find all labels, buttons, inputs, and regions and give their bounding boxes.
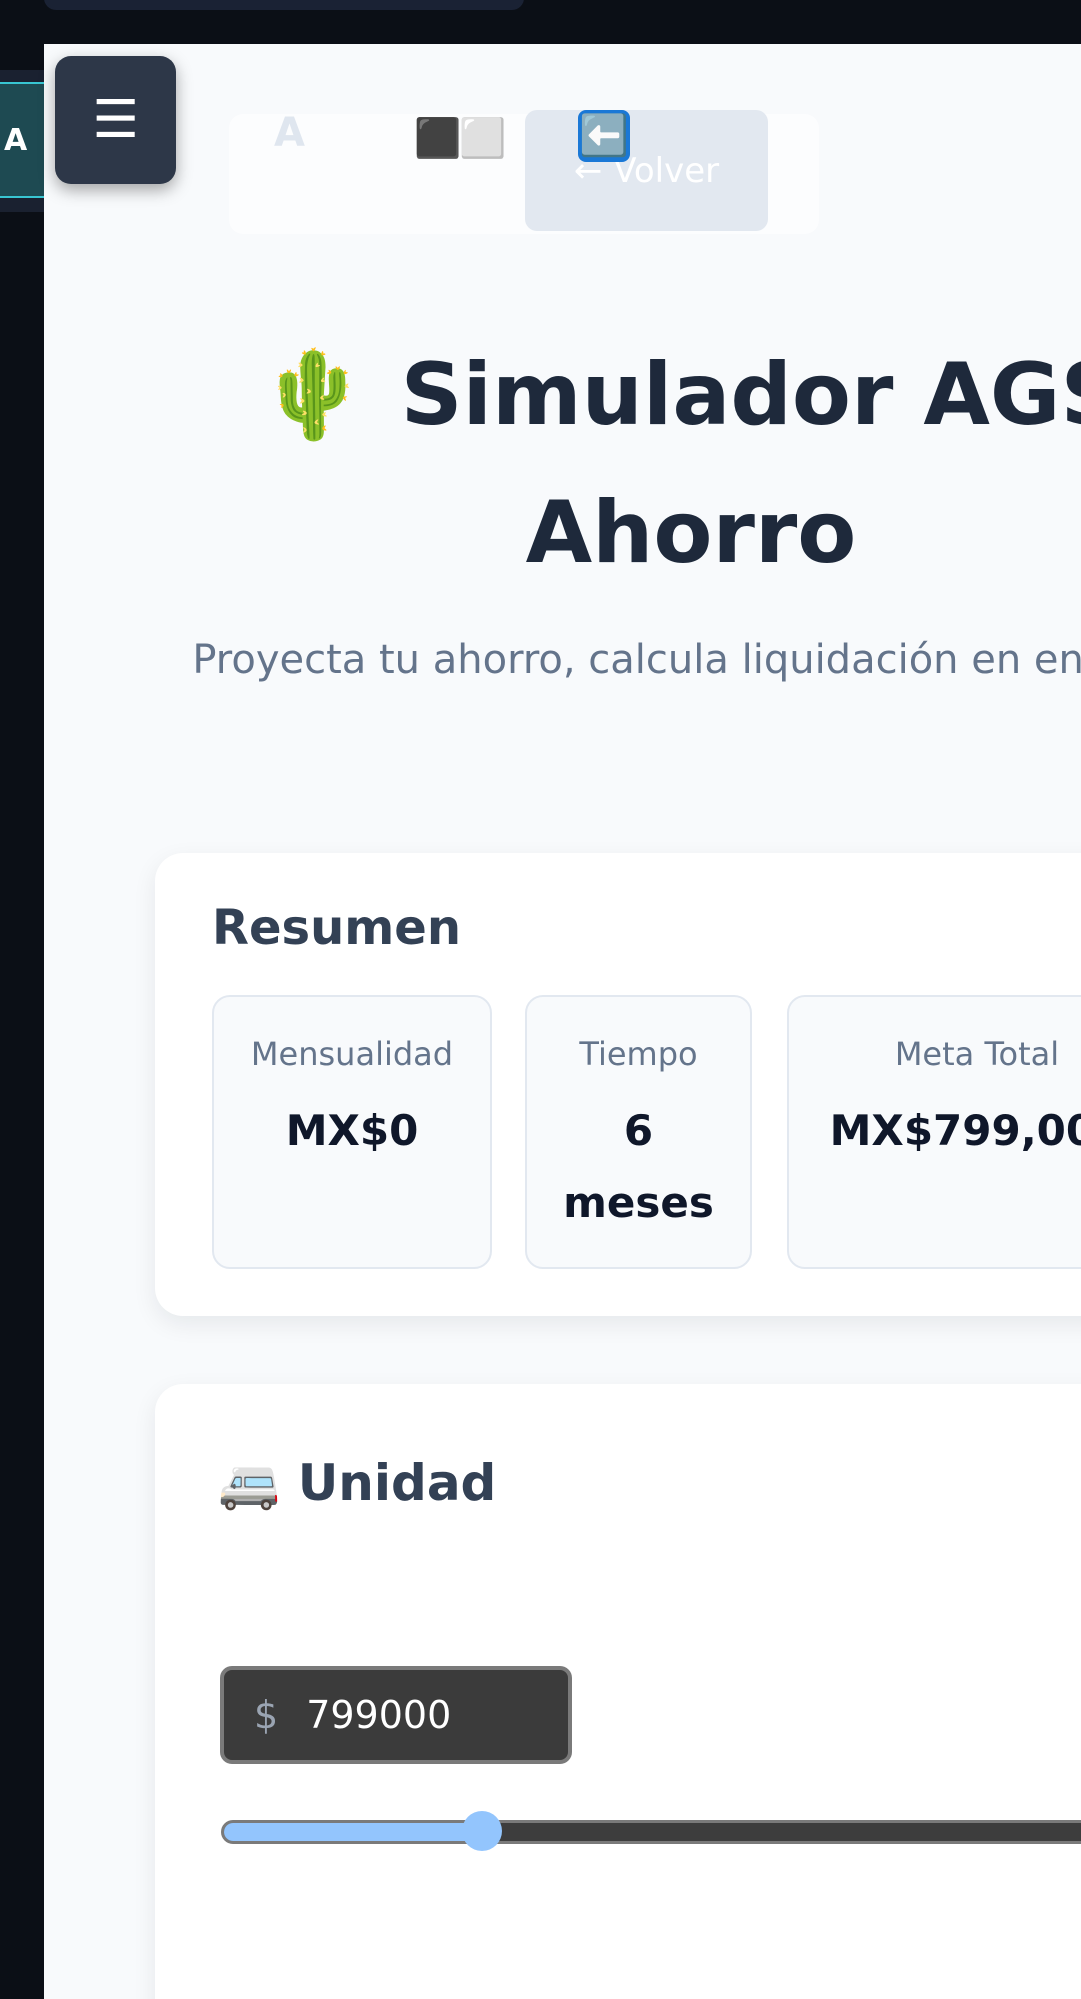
font-size-button[interactable]: A bbox=[274, 110, 305, 156]
price-field[interactable]: $ bbox=[220, 1666, 572, 1764]
stat-label: Meta Total bbox=[894, 1035, 1060, 1073]
hamburger-icon: ☰ bbox=[92, 90, 139, 150]
unit-card: 🚐 Unidad $ bbox=[155, 1384, 1081, 1999]
unit-title-text: Unidad bbox=[297, 1454, 497, 1512]
main-page: 🌵 Simulador AGS Ahorro Proyecta tu ahorro… bbox=[44, 44, 1081, 1999]
menu-button[interactable]: ☰ bbox=[55, 56, 176, 184]
contrast-icon: ⬛⬜ bbox=[414, 116, 507, 160]
font-size-icon: A bbox=[274, 110, 305, 156]
stat-value: MX$799,000 bbox=[829, 1106, 1081, 1155]
price-slider[interactable] bbox=[221, 1811, 1081, 1851]
stat-value: MX$0 bbox=[285, 1106, 419, 1155]
stat-label: Tiempo bbox=[579, 1035, 698, 1073]
summary-card: Resumen Mensualidad MX$0 Tiempo 6 meses … bbox=[155, 853, 1081, 1316]
stat-tiempo: Tiempo 6 meses bbox=[525, 995, 752, 1269]
cactus-icon: 🌵 bbox=[259, 345, 367, 445]
slider-thumb[interactable] bbox=[462, 1811, 503, 1851]
stat-value: 6 meses bbox=[563, 1106, 714, 1227]
page-subtitle: Proyecta tu ahorro, calcula liquidación … bbox=[192, 637, 1081, 683]
unit-title: 🚐 Unidad bbox=[218, 1454, 496, 1513]
van-icon: 🚐 bbox=[218, 1454, 281, 1512]
stat-label: Mensualidad bbox=[250, 1035, 454, 1073]
summary-title: Resumen bbox=[212, 900, 461, 956]
page-title-text: Simulador AGS Ahorro bbox=[400, 345, 1081, 583]
contrast-toggle-button[interactable]: ⬛⬜ bbox=[414, 116, 507, 161]
back-arrow-glyph: ⬅️ bbox=[579, 113, 629, 159]
side-tab-label: A bbox=[4, 122, 28, 158]
stat-meta-total: Meta Total MX$799,000 bbox=[787, 995, 1081, 1269]
price-input[interactable] bbox=[306, 1693, 527, 1737]
slider-fill bbox=[224, 1823, 483, 1841]
currency-symbol: $ bbox=[254, 1693, 279, 1737]
top-bar-pill bbox=[44, 0, 524, 10]
back-button[interactable]: ← Volver bbox=[525, 110, 768, 231]
back-arrow-icon: ⬅️ bbox=[578, 110, 630, 162]
page-title: 🌵 Simulador AGS Ahorro bbox=[88, 326, 1081, 602]
stat-mensualidad: Mensualidad MX$0 bbox=[212, 995, 492, 1269]
